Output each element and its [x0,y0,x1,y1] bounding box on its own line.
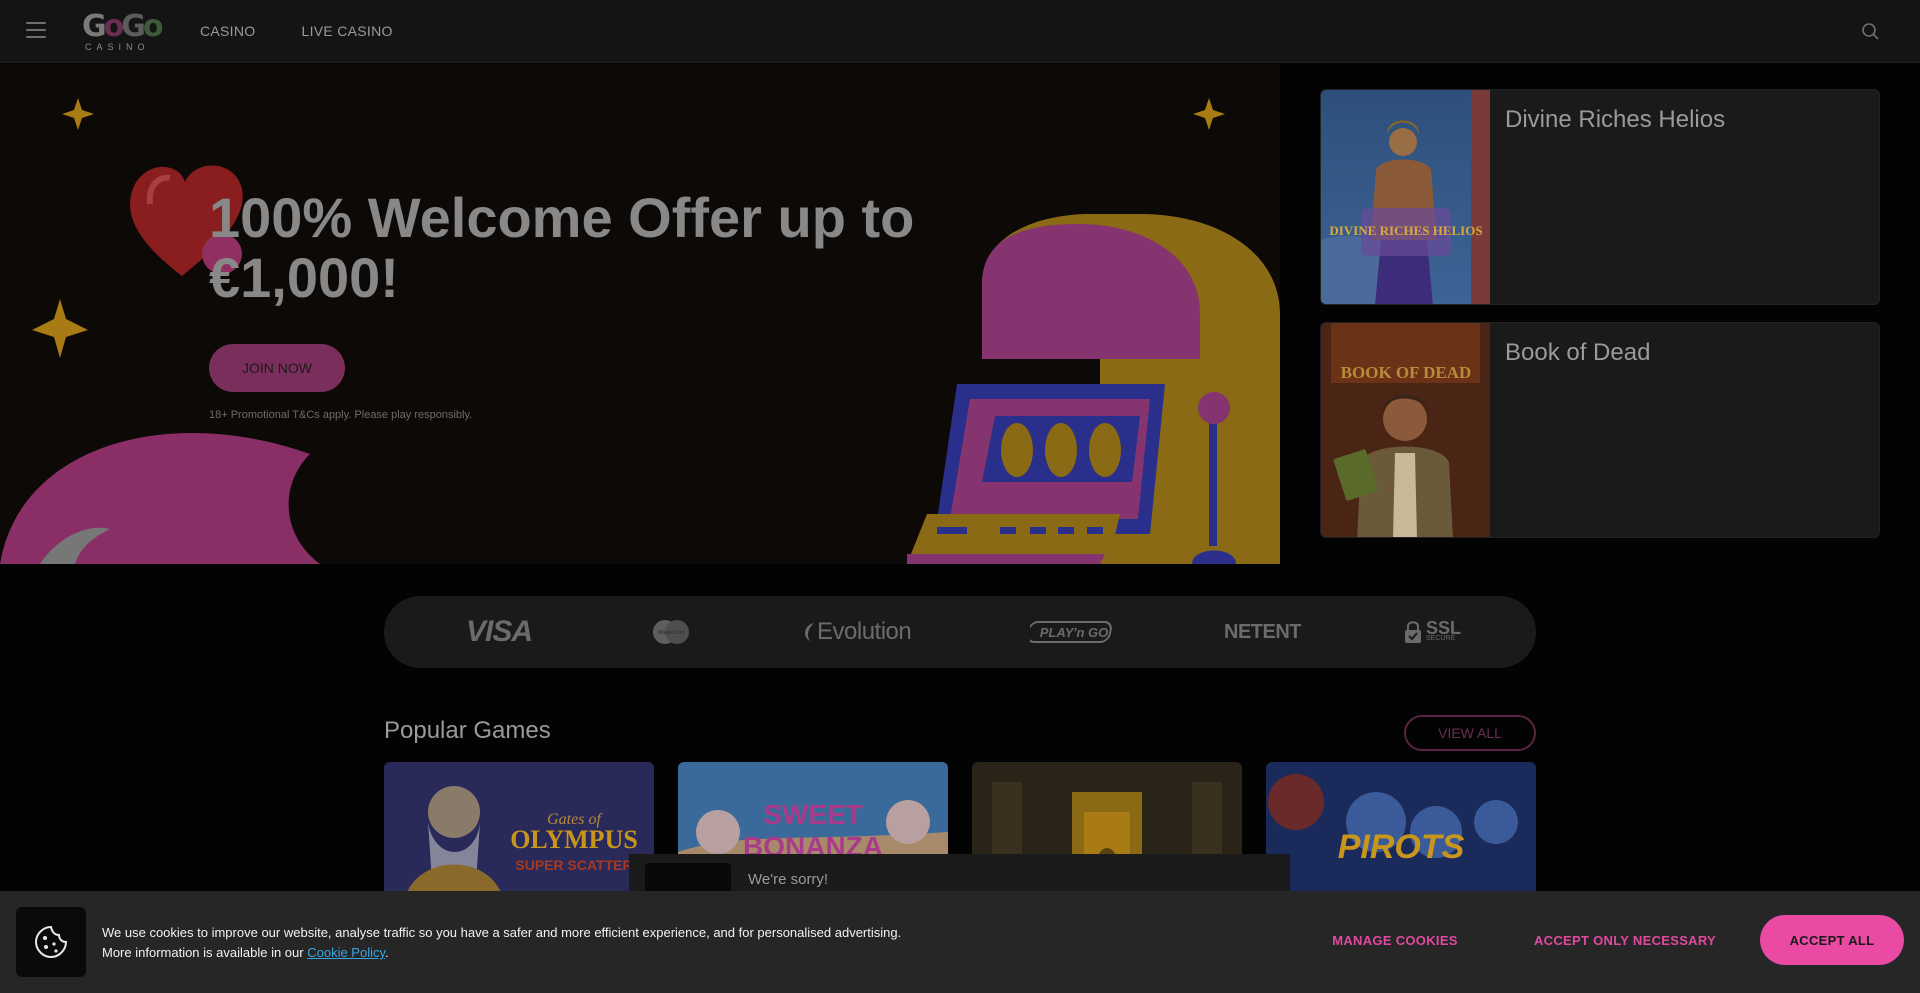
logo-subtitle: CASINO [85,42,150,52]
thumb-title: BOOK OF DEAD [1341,363,1472,382]
manage-cookies-button[interactable]: MANAGE COOKIES [1322,915,1468,965]
game-tile-gates-of-olympus[interactable]: Gates of OLYMPUS SUPER SCATTER [384,762,654,902]
hero-banner: 100% Welcome Offer up to €1,000! JOIN NO… [0,64,1280,564]
hero-illustration [0,98,1280,564]
featured-game-divine-riches-helios[interactable]: DIVINE RICHES HELIOS Divine Riches Helio… [1320,89,1880,305]
mastercard-icon: MasterCard [653,620,689,644]
playngo-logo: PLAY'n GO [1030,596,1114,668]
svg-text:OLYMPUS: OLYMPUS [510,825,638,854]
cookie-icon [16,907,86,977]
logo-wordmark: GoGo [82,9,163,44]
hero-title: 100% Welcome Offer up to €1,000! [209,186,915,309]
game-title: Book of Dead [1505,339,1651,366]
site-header: GoGo CASINO CASINO LIVE CASINO [0,0,1920,63]
svg-text:PLAY'n GO: PLAY'n GO [1040,625,1109,640]
lock-icon [1405,621,1421,643]
cookie-text-line1: We use cookies to improve our website, a… [102,925,902,940]
book-of-dead-thumbnail: BOOK OF DEAD [1321,323,1490,537]
sparkle-icon [32,299,88,358]
popular-games-title: Popular Games [384,717,551,744]
toast-message: We're sorry! [748,871,829,888]
gates-of-olympus-thumbnail: Gates of OLYMPUS SUPER SCATTER [384,762,654,902]
payment-provider-logos: VISA MasterCard Evolution PLAY'n GO NETE… [384,596,1536,668]
ssl-secure-logo: SSL SECURE [1404,596,1461,668]
svg-text:PIROTS: PIROTS [1338,828,1465,866]
menu-icon[interactable] [26,22,46,38]
accept-all-button[interactable]: ACCEPT ALL [1760,915,1904,965]
evolution-icon [805,623,814,641]
accept-only-necessary-button[interactable]: ACCEPT ONLY NECESSARY [1528,915,1722,965]
visa-logo: VISA [466,615,533,648]
netent-logo: NETENT [1224,620,1302,643]
featured-game-book-of-dead[interactable]: BOOK OF DEAD Book of Dead [1320,322,1880,538]
join-now-button[interactable]: JOIN NOW [209,344,345,392]
nav-casino[interactable]: CASINO [200,23,255,39]
nav-live-casino[interactable]: LIVE CASINO [301,23,392,39]
gogo-casino-logo[interactable]: GoGo CASINO [82,9,163,53]
evolution-logo: Evolution [800,596,912,668]
cookie-banner: We use cookies to improve our website, a… [0,891,1920,993]
thumb-title: DIVINE RICHES HELIOS [1329,223,1482,238]
svg-text:SWEET: SWEET [763,799,863,830]
main-nav: CASINO LIVE CASINO [200,0,393,62]
pirots-thumbnail: PIROTS [1266,762,1536,902]
svg-text:MasterCard: MasterCard [658,630,684,636]
playngo-icon: PLAY'n GO [1030,621,1112,643]
divine-riches-helios-thumbnail: DIVINE RICHES HELIOS [1321,90,1490,304]
sparkle-icon [1193,98,1225,130]
hero-terms: 18+ Promotional T&Cs apply. Please play … [209,409,473,421]
cookie-text-line2: More information is available in our Coo… [102,945,389,960]
svg-text:SUPER SCATTER: SUPER SCATTER [515,857,632,873]
mastercard-logo: MasterCard [651,596,691,668]
search-icon[interactable] [1861,22,1879,40]
view-all-button[interactable]: VIEW ALL [1404,715,1536,751]
sparkle-icon [62,98,94,130]
game-title: Divine Riches Helios [1505,106,1726,133]
game-tile-pirots[interactable]: PIROTS [1266,762,1536,902]
cookie-policy-link[interactable]: Cookie Policy [307,945,385,960]
cookie-text: We use cookies to improve our website, a… [102,923,982,963]
